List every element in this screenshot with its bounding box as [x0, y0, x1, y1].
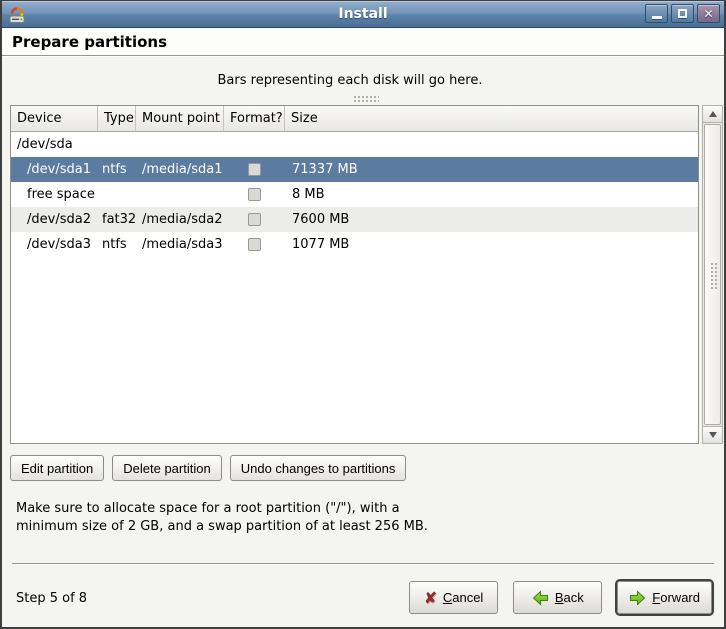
pane-resize-grip[interactable] [352, 94, 379, 102]
window-title: Install [2, 6, 724, 22]
vertical-scrollbar [702, 105, 723, 444]
column-header-device[interactable]: Device [11, 106, 98, 132]
size-cell: 1077 MB [285, 232, 698, 257]
delete-partition-button[interactable]: Delete partition [112, 455, 221, 481]
partition-row-sda1[interactable]: /dev/sda1 ntfs /media/sda1 71337 MB [11, 157, 698, 182]
format-checkbox[interactable] [248, 163, 261, 176]
maximize-button[interactable] [671, 4, 694, 23]
partition-table: Device Type Mount point Format? Size /de… [10, 105, 699, 444]
column-header-type[interactable]: Type [98, 106, 136, 132]
size-cell: 8 MB [285, 182, 698, 207]
scrollbar-grip [709, 261, 718, 289]
scroll-down-button[interactable] [703, 426, 722, 443]
heading-area: Prepare partitions [2, 29, 724, 55]
device-cell: /dev/sda [11, 132, 98, 157]
back-button[interactable]: Back [513, 581, 602, 614]
type-cell: ntfs [98, 157, 136, 182]
footer-separator [12, 563, 714, 565]
size-cell: 71337 MB [285, 157, 698, 182]
triangle-down-icon [709, 432, 717, 438]
scrollbar-thumb[interactable] [704, 124, 721, 425]
column-header-mount-point[interactable]: Mount point [136, 106, 224, 132]
column-header-size[interactable]: Size [285, 106, 698, 132]
column-header-format[interactable]: Format? [224, 106, 285, 132]
table-header: Device Type Mount point Format? Size [11, 106, 698, 132]
help-text: Make sure to allocate space for a root p… [16, 500, 428, 536]
type-cell: ntfs [98, 232, 136, 257]
device-cell: free space [11, 182, 98, 207]
minimize-icon [652, 16, 662, 19]
format-checkbox[interactable] [248, 238, 261, 251]
navigation-buttons: ✘ Cancel Back Forward [409, 581, 712, 614]
green-arrow-left-icon [532, 590, 549, 606]
format-checkbox[interactable] [248, 188, 261, 201]
partition-row-sda2[interactable]: /dev/sda2 fat32 /media/sda2 7600 MB [11, 207, 698, 232]
scroll-up-button[interactable] [703, 106, 722, 123]
help-text-line1: Make sure to allocate space for a root p… [16, 500, 428, 518]
device-cell: /dev/sda1 [11, 157, 98, 182]
close-button[interactable]: ✕ [697, 4, 720, 23]
maximize-icon [678, 9, 687, 18]
device-cell: /dev/sda3 [11, 232, 98, 257]
help-text-line2: minimum size of 2 GB, and a swap partiti… [16, 518, 428, 536]
red-x-icon: ✘ [424, 589, 437, 607]
install-window: Install ✕ Prepare partitions Bars repres… [0, 0, 726, 629]
mount-point-cell: /media/sda2 [136, 207, 224, 232]
close-icon: ✕ [703, 7, 713, 21]
green-arrow-right-icon [629, 590, 646, 606]
forward-button[interactable]: Forward [617, 581, 712, 614]
mount-point-cell: /media/sda3 [136, 232, 224, 257]
type-cell: fat32 [98, 207, 136, 232]
mount-point-cell: /media/sda1 [136, 157, 224, 182]
cancel-button[interactable]: ✘ Cancel [409, 581, 498, 614]
edit-partition-button[interactable]: Edit partition [10, 455, 104, 481]
triangle-up-icon [709, 111, 717, 117]
partition-row-sda3[interactable]: /dev/sda3 ntfs /media/sda3 1077 MB [11, 232, 698, 257]
heading-separator [2, 55, 724, 57]
titlebar[interactable]: Install ✕ [2, 1, 724, 28]
partition-row-free-space[interactable]: free space 8 MB [11, 182, 698, 207]
minimize-button[interactable] [645, 4, 668, 23]
size-cell: 7600 MB [285, 207, 698, 232]
undo-changes-button[interactable]: Undo changes to partitions [230, 455, 407, 481]
page-title: Prepare partitions [12, 33, 167, 51]
device-cell: /dev/sda2 [11, 207, 98, 232]
partition-actions: Edit partition Delete partition Undo cha… [10, 455, 406, 481]
format-checkbox[interactable] [248, 213, 261, 226]
step-indicator: Step 5 of 8 [16, 591, 87, 606]
partition-row-sda[interactable]: /dev/sda [11, 132, 698, 157]
disk-bars-placeholder: Bars representing each disk will go here… [2, 73, 698, 88]
